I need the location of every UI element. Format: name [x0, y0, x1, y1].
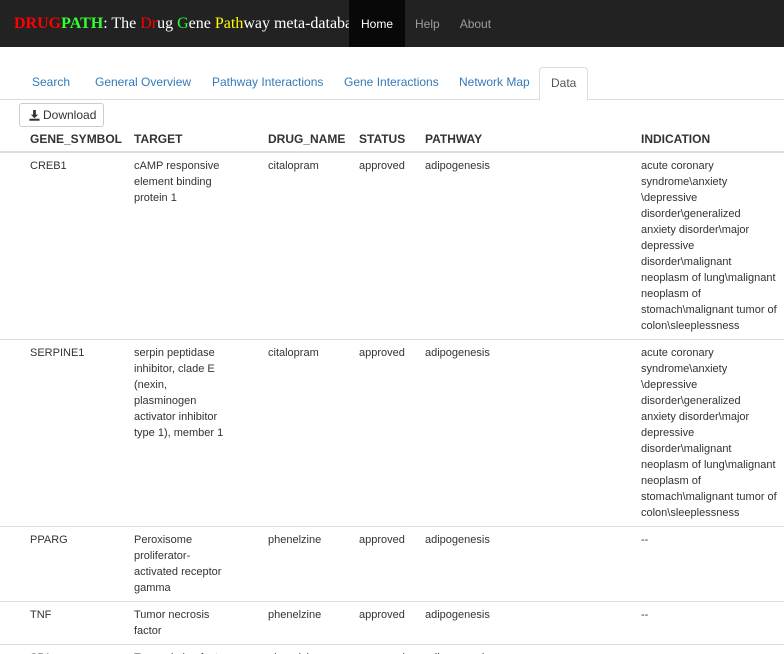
header-pathway[interactable]: PATHWAY: [395, 127, 611, 153]
header-gene-symbol[interactable]: GENE_SYMBOL: [0, 127, 122, 153]
cell-status: approved: [329, 526, 405, 602]
table-row: SERPINE1 serpin peptidase inhibitor, cla…: [0, 339, 784, 527]
cell-drug-name: citalopram: [238, 151, 329, 340]
brand-part-rest: way meta-database: [243, 14, 366, 32]
cell-gene-symbol: PPARG: [0, 526, 104, 602]
cell-status: approved: [329, 644, 405, 654]
cell-status: approved: [329, 339, 405, 527]
cell-pathway: adipogenesis: [395, 339, 611, 527]
brand-part-the: : The: [103, 14, 141, 32]
nav-links: Home Help About: [349, 0, 501, 47]
table-header-row: GENE_SYMBOL TARGET DRUG_NAME STATUS PATH…: [0, 127, 784, 153]
brand-part-g: G: [177, 14, 189, 32]
header-indication[interactable]: INDICATION: [611, 127, 784, 153]
data-table: GENE_SYMBOL TARGET DRUG_NAME STATUS PATH…: [0, 127, 784, 654]
brand-title[interactable]: DRUGPATH: The Drug Gene Pathway meta-dat…: [0, 14, 365, 33]
nav-about[interactable]: About: [450, 0, 501, 47]
brand-part-pathword: Path: [214, 14, 244, 32]
header-drug-name[interactable]: DRUG_NAME: [238, 127, 345, 153]
cell-status: approved: [329, 601, 405, 645]
cell-gene-symbol: CREB1: [0, 151, 104, 340]
cell-target: Tumor necrosis factor: [104, 601, 238, 645]
cell-status: approved: [329, 151, 405, 340]
cell-pathway: adipogenesis: [395, 644, 611, 654]
brand-part-drug: DRUG: [14, 14, 62, 32]
cell-drug-name: phenelzine: [238, 644, 329, 654]
brand-part-ug: ug: [157, 14, 178, 32]
cell-drug-name: phenelzine: [238, 601, 329, 645]
download-button[interactable]: Download: [19, 103, 104, 127]
cell-indication: --: [611, 526, 784, 602]
table-row: SP1 Transcription factor phenelzine appr…: [0, 644, 784, 654]
table-row: CREB1 cAMP responsive element binding pr…: [0, 151, 784, 340]
brand-part-ene: ene: [188, 14, 215, 32]
cell-drug-name: phenelzine: [238, 526, 329, 602]
cell-indication: --: [611, 644, 784, 654]
cell-target: Peroxisome proliferator-activated recept…: [104, 526, 238, 602]
tab-network-map[interactable]: Network Map: [459, 67, 530, 100]
cell-gene-symbol: SERPINE1: [0, 339, 104, 527]
nav-help[interactable]: Help: [405, 0, 450, 47]
table-row: TNF Tumor necrosis factor phenelzine app…: [0, 601, 784, 645]
cell-indication: --: [611, 601, 784, 645]
brand-part-dr: Dr: [140, 14, 158, 32]
tab-pathway-interactions[interactable]: Pathway Interactions: [212, 67, 323, 100]
top-navbar: DRUGPATH: The Drug Gene Pathway meta-dat…: [0, 0, 784, 47]
cell-gene-symbol: TNF: [0, 601, 104, 645]
cell-indication: acute coronary syndrome\anxiety \depress…: [611, 339, 784, 527]
tab-data[interactable]: Data: [539, 67, 589, 101]
table-row: PPARG Peroxisome proliferator-activated …: [0, 526, 784, 602]
cell-pathway: adipogenesis: [395, 151, 611, 340]
cell-pathway: adipogenesis: [395, 526, 611, 602]
download-label: Download: [43, 108, 97, 122]
cell-gene-symbol: SP1: [0, 644, 104, 654]
tab-bar: Search General Overview Pathway Interact…: [0, 67, 784, 101]
brand-part-path: PATH: [61, 14, 104, 32]
tab-search[interactable]: Search: [32, 67, 70, 100]
cell-target: serpin peptidase inhibitor, clade E (nex…: [104, 339, 238, 527]
data-table-container: GENE_SYMBOL TARGET DRUG_NAME STATUS PATH…: [0, 127, 784, 654]
cell-pathway: adipogenesis: [395, 601, 611, 645]
cell-drug-name: citalopram: [238, 339, 329, 527]
cell-target: Transcription factor: [104, 644, 238, 654]
cell-indication: acute coronary syndrome\anxiety \depress…: [611, 151, 784, 340]
header-target[interactable]: TARGET: [104, 127, 238, 153]
nav-home[interactable]: Home: [349, 0, 406, 47]
cell-target: cAMP responsive element binding protein …: [104, 151, 238, 340]
tab-gene-interactions[interactable]: Gene Interactions: [344, 67, 439, 100]
tab-general-overview[interactable]: General Overview: [95, 67, 191, 100]
download-icon: [29, 109, 40, 121]
